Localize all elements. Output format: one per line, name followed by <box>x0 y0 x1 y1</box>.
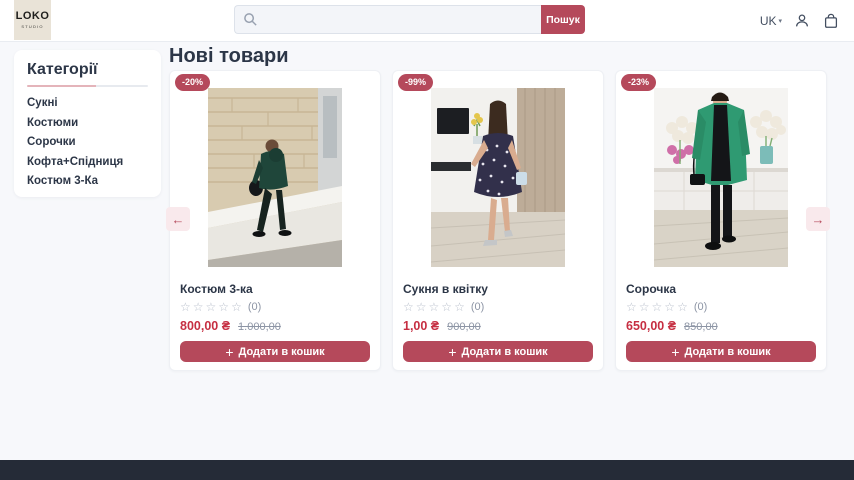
category-link-dresses[interactable]: Сукні <box>27 97 148 109</box>
add-to-cart-button[interactable]: + Додати в кошик <box>180 341 370 362</box>
product-name[interactable]: Костюм 3-ка <box>180 282 370 296</box>
product-name[interactable]: Сорочка <box>626 282 816 296</box>
star-icon: ☆ <box>429 300 440 314</box>
rating-count: (0) <box>694 300 707 314</box>
star-icon: ☆ <box>206 300 217 314</box>
cart-icon[interactable] <box>822 12 840 30</box>
star-icon: ☆ <box>454 300 465 314</box>
categories-title: Категорії <box>27 61 148 79</box>
star-icon: ☆ <box>677 300 688 314</box>
plus-icon: + <box>448 345 456 359</box>
photo-green-shirt-kitchen <box>654 88 788 267</box>
rating-row: ☆☆☆☆☆ (0) <box>626 300 816 314</box>
star-icon: ☆ <box>664 300 675 314</box>
rating-count: (0) <box>471 300 484 314</box>
rating-row: ☆☆☆☆☆ (0) <box>403 300 593 314</box>
product-card: -20% <box>169 70 381 371</box>
language-selector[interactable]: UK ▾ <box>760 14 782 28</box>
arrow-right-icon: → <box>812 212 825 227</box>
account-icon[interactable] <box>793 12 811 30</box>
star-icon: ☆ <box>416 300 427 314</box>
product-name[interactable]: Сукня в квітку <box>403 282 593 296</box>
header-actions: UK ▾ <box>760 0 840 41</box>
discount-badge: -99% <box>398 74 433 91</box>
language-label: UK <box>760 14 777 28</box>
header: LOKO STUDIO Пошук UK ▾ <box>0 0 854 42</box>
carousel-next-button[interactable]: → <box>806 207 830 231</box>
add-to-cart-button[interactable]: + Додати в кошик <box>403 341 593 362</box>
add-to-cart-label: Додати в кошик <box>685 346 771 358</box>
product-photo[interactable] <box>654 88 788 267</box>
current-price: 800,00 ₴ <box>180 319 230 333</box>
discount-badge: -23% <box>621 74 656 91</box>
logo[interactable]: LOKO STUDIO <box>14 0 51 40</box>
categories-divider <box>27 85 148 87</box>
category-list: Сукні Костюми Сорочки Кофта+Спідниця Кос… <box>27 97 148 187</box>
category-link-suits[interactable]: Костюми <box>27 117 148 129</box>
product-photo[interactable] <box>431 88 565 267</box>
product-carousel: ← → -20% <box>169 70 827 371</box>
product-card: -23% <box>615 70 827 371</box>
add-to-cart-label: Додати в кошик <box>462 346 548 358</box>
rating-count: (0) <box>248 300 261 314</box>
arrow-left-icon: ← <box>172 212 185 227</box>
price-row: 650,00 ₴ 850,00 <box>626 319 816 334</box>
category-link-suit-3pc[interactable]: Костюм 3-Ка <box>27 175 148 187</box>
star-icon: ☆ <box>231 300 242 314</box>
chevron-down-icon: ▾ <box>778 17 782 25</box>
search-input[interactable] <box>234 5 541 34</box>
old-price: 900,00 <box>447 320 481 334</box>
product-card: -99% <box>392 70 604 371</box>
price-row: 1,00 ₴ 900,00 <box>403 319 593 334</box>
page-title: Нові товари <box>169 46 288 67</box>
carousel-prev-button[interactable]: ← <box>166 207 190 231</box>
add-to-cart-label: Додати в кошик <box>239 346 325 358</box>
price-row: 800,00 ₴ 1.000,00 <box>180 319 370 334</box>
star-icon: ☆ <box>639 300 650 314</box>
categories-panel: Категорії Сукні Костюми Сорочки Кофта+Сп… <box>14 50 161 197</box>
current-price: 1,00 ₴ <box>403 319 439 333</box>
star-icon: ☆ <box>193 300 204 314</box>
logo-subtext: STUDIO <box>21 24 43 29</box>
logo-text: LOKO <box>16 11 50 22</box>
plus-icon: + <box>225 345 233 359</box>
product-photo[interactable] <box>208 88 342 267</box>
plus-icon: + <box>671 345 679 359</box>
star-icon: ☆ <box>441 300 452 314</box>
photo-suit-street <box>208 88 342 267</box>
category-link-shirts[interactable]: Сорочки <box>27 136 148 148</box>
rating-row: ☆☆☆☆☆ (0) <box>180 300 370 314</box>
category-link-top-skirt[interactable]: Кофта+Спідниця <box>27 156 148 168</box>
search-button[interactable]: Пошук <box>541 5 585 34</box>
star-icon: ☆ <box>180 300 191 314</box>
add-to-cart-button[interactable]: + Додати в кошик <box>626 341 816 362</box>
search-bar: Пошук <box>234 5 585 34</box>
current-price: 650,00 ₴ <box>626 319 676 333</box>
photo-dress-interior <box>431 88 565 267</box>
star-icon: ☆ <box>218 300 229 314</box>
star-icon: ☆ <box>652 300 663 314</box>
discount-badge: -20% <box>175 74 210 91</box>
footer <box>0 460 854 480</box>
star-icon: ☆ <box>403 300 414 314</box>
star-icon: ☆ <box>626 300 637 314</box>
old-price: 850,00 <box>684 320 718 334</box>
old-price: 1.000,00 <box>238 320 281 334</box>
